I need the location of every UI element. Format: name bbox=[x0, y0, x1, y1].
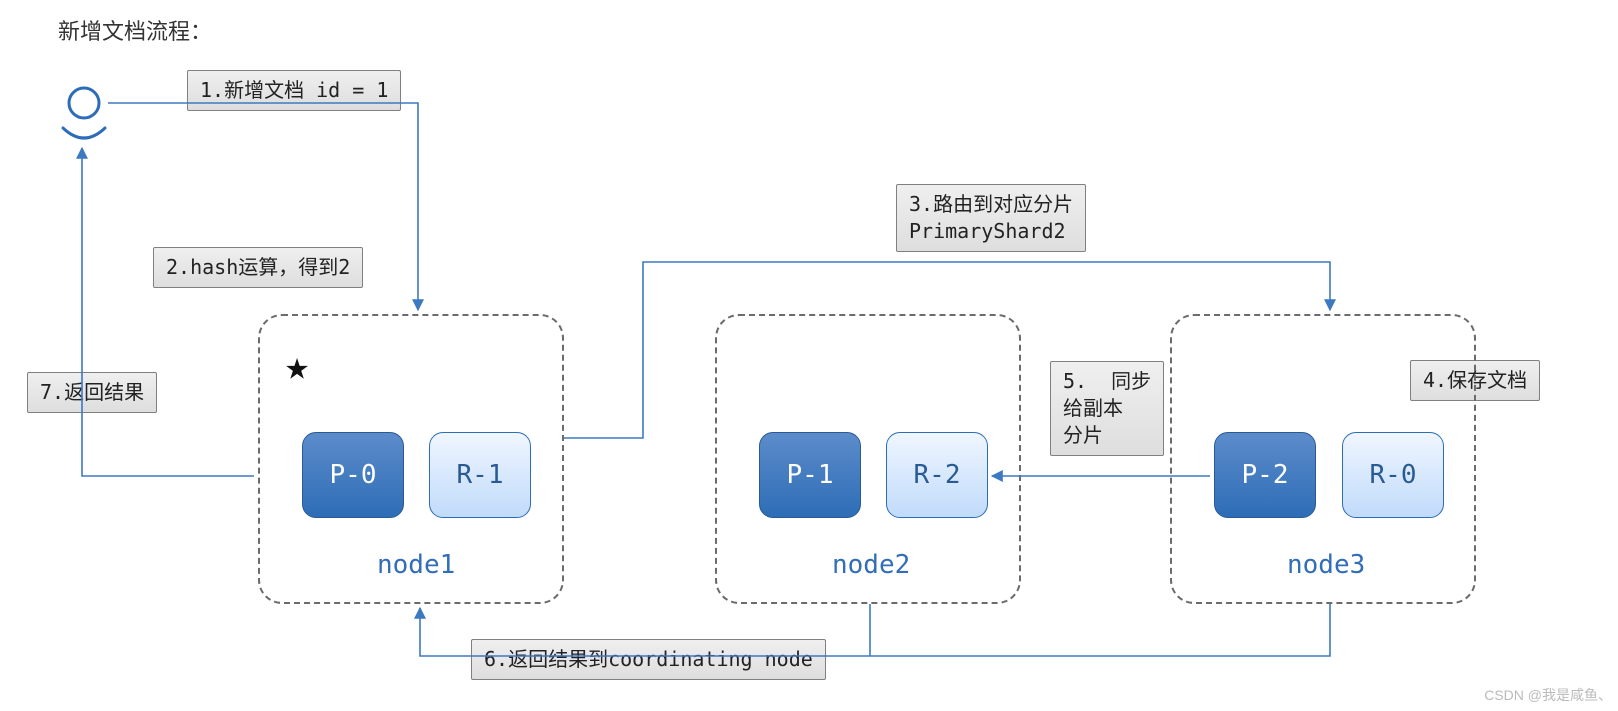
shard-p0-label: P-0 bbox=[330, 460, 377, 490]
shard-r1-label: R-1 bbox=[457, 460, 504, 490]
step-3: 3.路由到对应分片 PrimaryShard2 bbox=[896, 184, 1086, 252]
step-7: 7.返回结果 bbox=[27, 372, 157, 413]
shard-p1: P-1 bbox=[759, 432, 861, 518]
step-5: 5. 同步 给副本 分片 bbox=[1050, 361, 1164, 456]
arrow-step7 bbox=[82, 148, 254, 476]
page-title: 新增文档流程： bbox=[58, 14, 212, 46]
node-3-label: node3 bbox=[1287, 550, 1365, 580]
node-2-label: node2 bbox=[832, 550, 910, 580]
shard-r2-label: R-2 bbox=[914, 460, 961, 490]
shard-p0: P-0 bbox=[302, 432, 404, 518]
diagram-stage: 新增文档流程： 1.新增文档 id = 1 2.hash运算，得到2 3.路由到… bbox=[0, 0, 1618, 711]
step-1: 1.新增文档 id = 1 bbox=[187, 70, 401, 111]
watermark: CSDN @我是咸鱼、 bbox=[1484, 685, 1612, 705]
step-6: 6.返回结果到coordinating node bbox=[471, 639, 826, 680]
shard-p2-label: P-2 bbox=[1242, 460, 1289, 490]
shard-p2: P-2 bbox=[1214, 432, 1316, 518]
actor-icon bbox=[63, 88, 105, 138]
shard-p1-label: P-1 bbox=[787, 460, 834, 490]
shard-r1: R-1 bbox=[429, 432, 531, 518]
master-star-icon: ★ bbox=[285, 346, 309, 386]
node-1-label: node1 bbox=[377, 550, 455, 580]
step-2: 2.hash运算，得到2 bbox=[153, 247, 363, 288]
shard-r0-label: R-0 bbox=[1370, 460, 1417, 490]
shard-r0: R-0 bbox=[1342, 432, 1444, 518]
shard-r2: R-2 bbox=[886, 432, 988, 518]
